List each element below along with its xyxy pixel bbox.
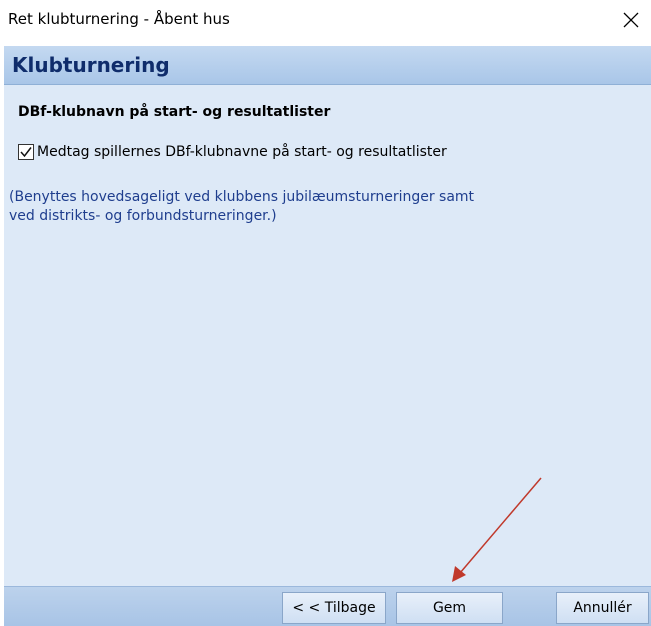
close-icon — [623, 12, 639, 28]
section-header-title: Klubturnering — [12, 53, 170, 77]
subheading: DBf-klubnavn på start- og resultatlister — [18, 104, 331, 120]
cancel-button[interactable]: Annullér — [556, 592, 649, 624]
window-title: Ret klubturnering - Åbent hus — [8, 10, 230, 28]
info-note: (Benyttes hovedsageligt ved klubbens jub… — [9, 188, 609, 226]
club-name-checkbox[interactable] — [18, 144, 34, 160]
club-name-option[interactable]: Medtag spillernes DBf-klubnavne på start… — [18, 144, 447, 160]
save-button[interactable]: Gem — [396, 592, 503, 624]
dialog-content: Klubturnering DBf-klubnavn på start- og … — [4, 46, 651, 626]
title-bar: Ret klubturnering - Åbent hus — [0, 0, 651, 40]
section-header: Klubturnering — [4, 46, 651, 85]
back-button[interactable]: < < Tilbage — [282, 592, 386, 624]
info-note-line-2: ved distrikts- og forbundsturneringer.) — [9, 208, 277, 224]
dialog-window: Ret klubturnering - Åbent hus Klubturner… — [0, 0, 651, 626]
club-name-checkbox-label[interactable]: Medtag spillernes DBf-klubnavne på start… — [37, 144, 447, 160]
checkmark-icon — [20, 147, 32, 158]
close-button[interactable] — [611, 2, 651, 38]
info-note-line-1: (Benyttes hovedsageligt ved klubbens jub… — [9, 189, 475, 205]
button-bar: < < Tilbage Gem Annullér — [4, 586, 651, 626]
